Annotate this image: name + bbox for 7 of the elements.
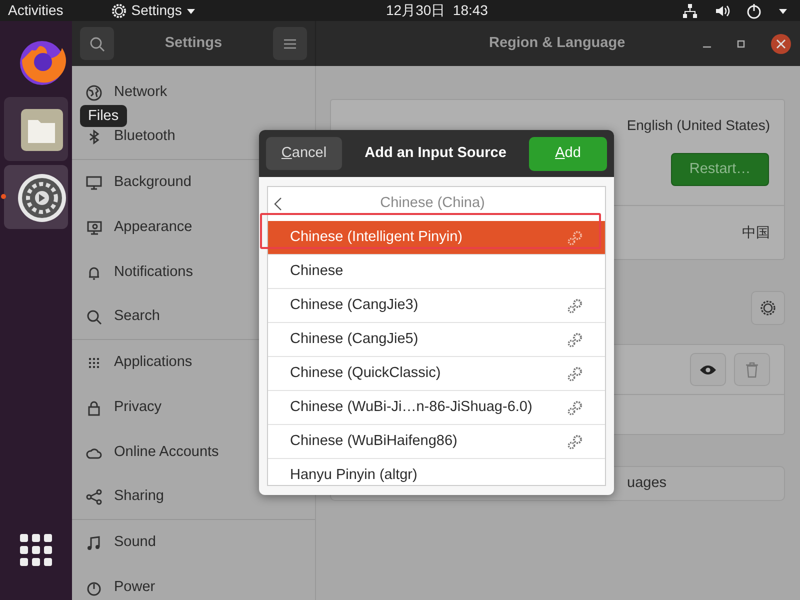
sidebar-title: Settings — [164, 34, 224, 53]
formats-value: 中国 — [742, 223, 770, 242]
window-title: Region & Language — [489, 34, 626, 53]
list-header: Chinese (China) — [379, 194, 486, 214]
dialog-title: Add an Input Source — [364, 144, 508, 163]
tooltip: Files — [80, 105, 127, 127]
language-value: English (United States) — [626, 116, 770, 135]
